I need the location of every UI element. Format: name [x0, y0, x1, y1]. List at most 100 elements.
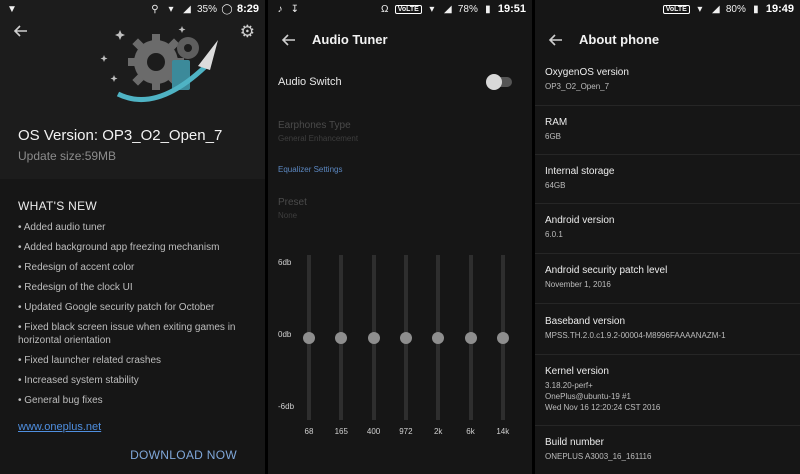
equalizer-heading: Equalizer Settings [278, 165, 343, 174]
eq-freq-label: 165 [334, 427, 348, 436]
eq-band-slider[interactable] [464, 255, 478, 420]
oneplus-link[interactable]: www.oneplus.net [18, 421, 101, 433]
eq-freq-label: 68 [304, 427, 314, 436]
slider-thumb[interactable] [464, 331, 477, 344]
db-label-mid: 0db [278, 330, 292, 339]
audio-switch-label: Audio Switch [278, 76, 342, 88]
status-bar: ♪ ↧ Ω VoLTE ▾ ◢ 78% ▮ 19:51 [268, 0, 532, 20]
status-bar: ▼ ⚲ ▾ ◢ 35% ◯ 8:29 [0, 0, 265, 20]
info-title: Android security patch level [545, 265, 668, 276]
signal-icon: ◢ [443, 3, 452, 15]
wifi-icon: ▾ [168, 3, 174, 15]
audio-switch-toggle[interactable] [486, 74, 512, 90]
info-title: Android version [545, 215, 615, 226]
divider [535, 105, 800, 106]
app-bar: Audio Tuner [268, 20, 532, 60]
info-value: 64GB [545, 181, 566, 190]
info-value: OP3_O2_Open_7 [545, 82, 610, 91]
ota-update-screen: ▼ ⚲ ▾ ◢ 35% ◯ 8:29 ⚙ OS Version: OP3_O2_… [0, 0, 265, 474]
page-title: Audio Tuner [312, 32, 388, 47]
info-title: Build number [545, 437, 604, 448]
list-item: • Added audio tuner [18, 222, 106, 233]
info-title: Kernel version [545, 366, 609, 377]
clock: 8:29 [236, 3, 259, 15]
info-internal-storage[interactable]: Internal storage 64GB [545, 166, 800, 191]
eq-band-slider[interactable] [431, 255, 445, 420]
toggle-knob [486, 74, 502, 90]
page-title: About phone [579, 32, 660, 47]
volte-badge: VoLTE [662, 4, 690, 14]
info-value: 6GB [545, 132, 562, 141]
info-title: Baseband version [545, 316, 626, 327]
info-value: November 1, 2016 [545, 280, 611, 289]
os-version: OS Version: OP3_O2_Open_7 [18, 127, 223, 144]
divider [535, 303, 800, 304]
download-now-button[interactable]: DOWNLOAD NOW [130, 448, 237, 462]
divider [535, 253, 800, 254]
battery-percent: 35% [196, 3, 217, 15]
eq-band-slider[interactable] [367, 255, 381, 420]
info-value: 3.18.20-perf+ OnePlus@ubuntu-19 #1 Wed N… [545, 381, 661, 412]
eq-band-slider[interactable] [334, 255, 348, 420]
eq-freq-label: 972 [399, 427, 413, 436]
app-bar: About phone [535, 20, 800, 60]
info-security-patch[interactable]: Android security patch level November 1,… [545, 265, 800, 290]
rocket-icon [198, 40, 218, 70]
earphones-type-title[interactable]: Earphones Type [278, 120, 351, 131]
info-baseband-version[interactable]: Baseband version MPSS.TH.2.0.c1.9.2-0000… [545, 316, 800, 341]
battery-icon: ▮ [753, 3, 759, 15]
info-title: OxygenOS version [545, 67, 629, 78]
slider-thumb[interactable] [367, 331, 380, 344]
info-ram[interactable]: RAM 6GB [545, 117, 800, 142]
clock: 19:51 [497, 3, 526, 15]
wifi-icon: ▾ [697, 3, 703, 15]
back-arrow-icon[interactable] [12, 22, 30, 40]
preset-value: None [278, 211, 298, 220]
info-build-number[interactable]: Build number ONEPLUS A3003_16_161116 [545, 437, 800, 462]
shield-icon: ▼ [7, 4, 17, 15]
divider [535, 154, 800, 155]
slider-thumb[interactable] [496, 331, 509, 344]
list-item: • General bug fixes [18, 395, 103, 406]
slider-thumb[interactable] [432, 331, 445, 344]
info-value: MPSS.TH.2.0.c1.9.2-00004-M8996FAAAANAZM-… [545, 331, 726, 340]
status-bar: VoLTE ▾ ◢ 80% ▮ 19:49 [535, 0, 800, 20]
slider-thumb[interactable] [335, 331, 348, 344]
release-notes: WHAT'S NEW • Added audio tuner • Added b… [0, 181, 265, 474]
clock: 19:49 [765, 3, 794, 15]
info-kernel-version[interactable]: Kernel version 3.18.20-perf+ OnePlus@ubu… [545, 366, 800, 413]
whats-new-title: WHAT'S NEW [18, 199, 98, 213]
divider [535, 425, 800, 426]
eq-freq-label: 6k [466, 427, 475, 436]
update-illustration [100, 26, 218, 103]
wifi-icon: ▾ [429, 3, 435, 15]
eq-band-slider[interactable] [496, 255, 510, 420]
headphones-icon: Ω [380, 3, 389, 15]
equalizer: 6db 0db -6db 68 165 400 972 2k 6k 14k [268, 250, 532, 440]
signal-icon: ◢ [711, 3, 720, 15]
preset-title[interactable]: Preset [278, 197, 307, 208]
eq-band-slider[interactable] [302, 255, 316, 420]
info-android-version[interactable]: Android version 6.0.1 [545, 215, 800, 240]
db-label-top: 6db [278, 258, 292, 267]
back-arrow-icon[interactable] [547, 31, 565, 49]
slider-thumb[interactable] [303, 331, 315, 344]
list-item: • Fixed launcher related crashes [18, 355, 162, 366]
battery-icon: ◯ [221, 3, 233, 15]
divider [535, 354, 800, 355]
ota-header: ▼ ⚲ ▾ ◢ 35% ◯ 8:29 ⚙ OS Version: OP3_O2_… [0, 0, 265, 179]
volte-badge: VoLTE [394, 4, 422, 14]
about-phone-screen: VoLTE ▾ ◢ 80% ▮ 19:49 About phone Oxygen… [535, 0, 800, 474]
info-oxygenos-version[interactable]: OxygenOS version OP3_O2_Open_7 [545, 67, 800, 92]
list-item: • Redesign of accent color [18, 262, 135, 273]
audio-switch-row[interactable]: Audio Switch [268, 60, 532, 104]
list-item: • Increased system stability [18, 375, 139, 386]
gear-icon[interactable]: ⚙ [240, 22, 255, 42]
eq-freq-label: 14k [496, 427, 510, 436]
list-item: • Added background app freezing mechanis… [18, 242, 220, 253]
slider-thumb[interactable] [399, 331, 412, 344]
battery-percent: 78% [457, 3, 478, 15]
back-arrow-icon[interactable] [280, 31, 298, 49]
eq-band-slider[interactable] [399, 255, 413, 420]
audio-tuner-screen: ♪ ↧ Ω VoLTE ▾ ◢ 78% ▮ 19:51 Audio Tuner … [268, 0, 532, 474]
